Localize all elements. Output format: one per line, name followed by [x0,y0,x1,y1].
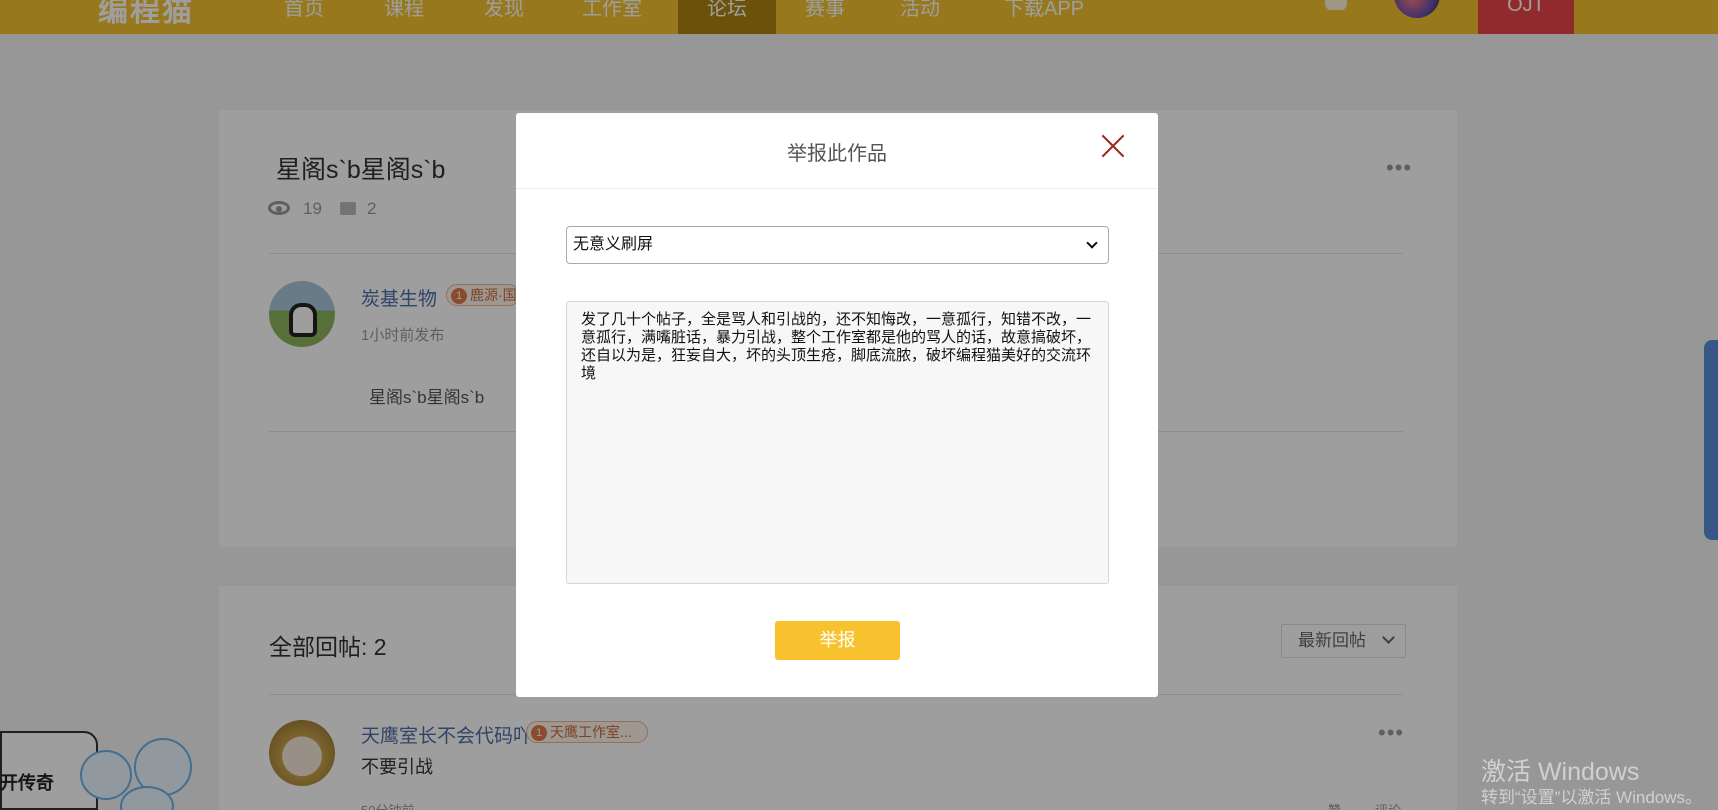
modal-header: 举报此作品 [516,113,1158,189]
modal-title: 举报此作品 [787,143,887,165]
report-reason-select[interactable]: 无意义刷屏 [566,226,1109,264]
chevron-down-icon [1086,237,1098,249]
reason-selected-value: 无意义刷屏 [573,236,654,253]
report-description-textarea[interactable]: 发了几十个帖子，全是骂人和引战的，还不知悔改，一意孤行，知错不改，一意孤行，满嘴… [566,301,1109,584]
close-icon[interactable] [1100,133,1126,159]
report-modal: 举报此作品 无意义刷屏 发了几十个帖子，全是骂人和引战的，还不知悔改，一意孤行，… [516,113,1158,697]
activation-watermark-subtitle: 转到“设置”以激活 Windows。 [1481,788,1703,807]
report-submit-button[interactable]: 举报 [775,621,900,660]
